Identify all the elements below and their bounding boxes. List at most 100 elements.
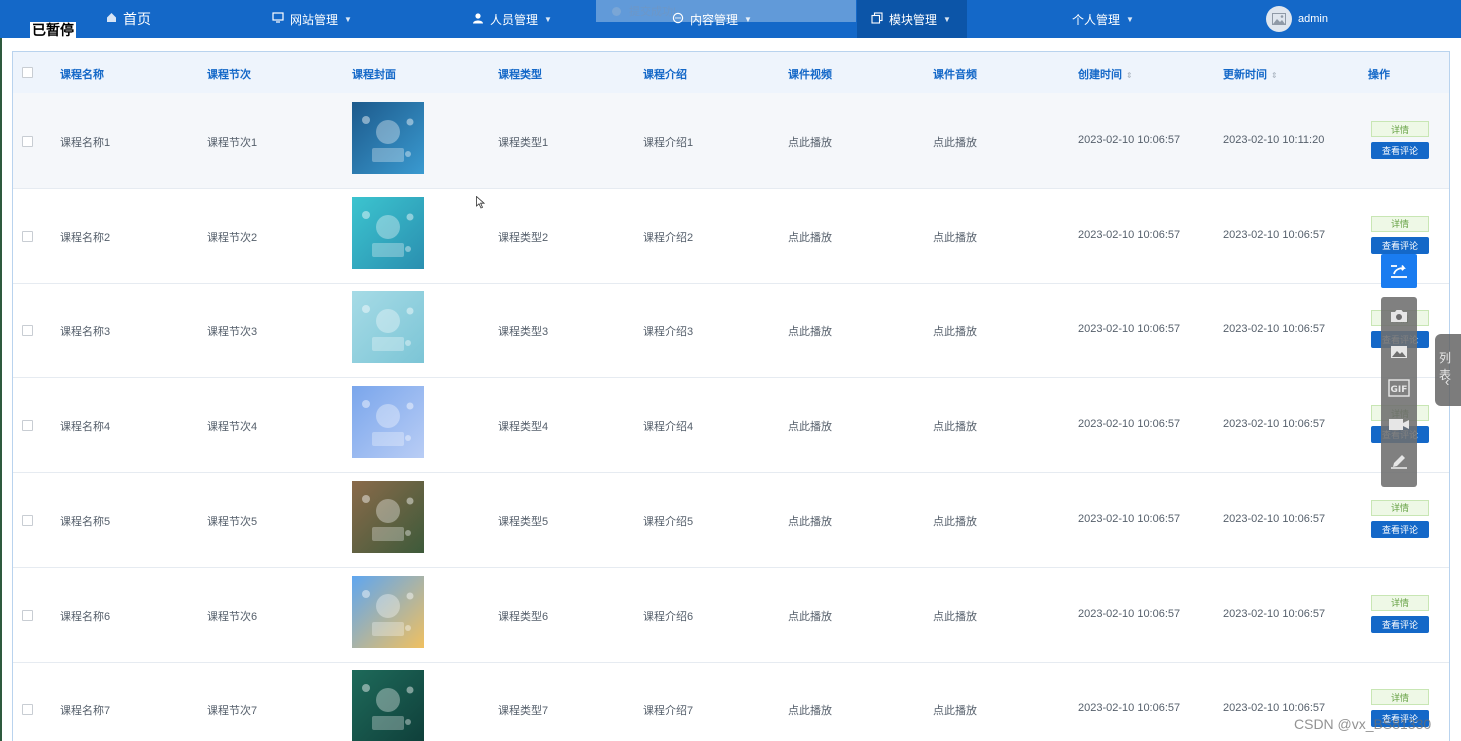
nav-content-management[interactable]: 内容管理 ▼ <box>672 0 752 38</box>
nav-website-management[interactable]: 网站管理 ▼ <box>272 0 352 38</box>
col-header-audio: 课件音频 <box>933 69 977 81</box>
row-checkbox[interactable] <box>22 609 33 621</box>
cell-audio[interactable]: 点此播放 <box>933 229 977 245</box>
nav-staff-label: 人员管理 <box>490 12 539 27</box>
col-header-updated[interactable]: 更新时间 ⇕ <box>1223 66 1278 82</box>
image-icon[interactable] <box>1381 334 1417 370</box>
paused-label: 已暂停 <box>30 22 76 38</box>
cell-session: 课程节次6 <box>207 610 258 623</box>
detail-button[interactable]: 详情 <box>1371 121 1429 137</box>
mouse-cursor-icon <box>476 195 486 212</box>
cell-audio[interactable]: 点此播放 <box>933 608 977 624</box>
sort-icon[interactable]: ⇕ <box>1271 71 1278 80</box>
toast-message: 提交成功! <box>629 6 677 18</box>
nav-module-label: 模块管理 <box>889 12 938 27</box>
share-button[interactable] <box>1381 254 1417 288</box>
chevron-left-icon: ‹ <box>1445 374 1450 389</box>
row-checkbox[interactable] <box>22 136 33 147</box>
nav-content-label: 内容管理 <box>690 12 739 27</box>
cell-name: 课程名称5 <box>60 515 111 528</box>
cell-video[interactable]: 点此播放 <box>788 418 832 434</box>
cell-type: 课程类型4 <box>498 421 549 434</box>
user-menu[interactable]: admin <box>1266 6 1328 32</box>
pen-icon[interactable] <box>1381 442 1417 478</box>
check-circle-icon <box>612 6 621 16</box>
username: admin <box>1298 13 1328 25</box>
cell-intro: 课程介绍7 <box>643 705 694 718</box>
watermark: CSDN @vx_BS81330 <box>1294 716 1432 732</box>
nav-staff-management[interactable]: 人员管理 ▼ <box>472 0 552 38</box>
cell-session: 课程节次7 <box>207 705 258 718</box>
cell-created: 2023-02-10 10:06:57 <box>1078 228 1181 241</box>
cell-type: 课程类型7 <box>498 705 549 718</box>
cell-video[interactable]: 点此播放 <box>788 229 832 245</box>
nav-module-management[interactable]: 模块管理 ▼ <box>857 0 967 38</box>
cell-name: 课程名称4 <box>60 421 111 434</box>
cell-type: 课程类型3 <box>498 326 549 339</box>
col-header-actions: 操作 <box>1368 69 1390 81</box>
cell-audio[interactable]: 点此播放 <box>933 323 977 339</box>
row-checkbox[interactable] <box>22 514 33 526</box>
cell-intro: 课程介绍5 <box>643 515 694 528</box>
detail-button[interactable]: 详情 <box>1371 499 1429 516</box>
course-cover-image <box>352 670 424 741</box>
col-header-intro: 课程介绍 <box>643 69 687 81</box>
cell-audio[interactable]: 点此播放 <box>933 134 977 150</box>
row-checkbox[interactable] <box>22 230 33 242</box>
copy-icon <box>871 11 883 27</box>
gif-icon[interactable]: GIF <box>1381 370 1417 406</box>
home-icon <box>106 12 117 26</box>
cell-video[interactable]: 点此播放 <box>788 323 832 339</box>
row-checkbox[interactable] <box>22 420 33 432</box>
cell-created: 2023-02-10 10:06:57 <box>1078 512 1181 525</box>
nav-home-label: 首页 <box>123 11 151 27</box>
cell-video[interactable]: 点此播放 <box>788 702 832 718</box>
chevron-down-icon: ▼ <box>344 14 352 24</box>
monitor-icon <box>272 12 284 26</box>
cell-video[interactable]: 点此播放 <box>788 608 832 624</box>
cell-audio[interactable]: 点此播放 <box>933 513 977 529</box>
col-header-video: 课件视频 <box>788 69 832 81</box>
chevron-down-icon: ▼ <box>943 14 951 24</box>
course-cover-image <box>352 575 424 648</box>
col-header-type: 课程类型 <box>498 69 542 81</box>
detail-button[interactable]: 详情 <box>1371 215 1429 232</box>
cell-name: 课程名称3 <box>60 326 111 339</box>
cell-intro: 课程介绍6 <box>643 610 694 623</box>
cell-created: 2023-02-10 10:06:57 <box>1078 418 1181 431</box>
view-reviews-button[interactable]: 查看评论 <box>1371 142 1429 159</box>
cell-name: 课程名称2 <box>60 231 111 244</box>
cell-intro: 课程介绍4 <box>643 421 694 434</box>
col-header-created[interactable]: 创建时间 ⇕ <box>1078 66 1133 82</box>
detail-button[interactable]: 详情 <box>1371 689 1429 706</box>
detail-button[interactable]: 详情 <box>1371 594 1429 611</box>
view-reviews-button[interactable]: 查看评论 <box>1371 520 1429 538</box>
sort-icon[interactable]: ⇕ <box>1126 71 1133 80</box>
course-cover-image <box>352 196 424 269</box>
cell-video[interactable]: 点此播放 <box>788 134 832 150</box>
view-reviews-button[interactable]: 查看评论 <box>1371 615 1429 633</box>
nav-personal-label: 个人管理 <box>1072 12 1121 27</box>
table-row: 课程名称3 课程节次3 课程类型3 课程介绍3 点此播放 点此播放 2023-02-10 1… <box>13 282 1449 379</box>
select-all-checkbox[interactable] <box>22 67 33 78</box>
cell-updated: 2023-02-10 10:11:20 <box>1223 134 1325 146</box>
cell-audio[interactable]: 点此播放 <box>933 702 977 718</box>
course-cover-image <box>352 102 424 174</box>
nav-personal-management[interactable]: 个人管理 ▼ <box>1072 0 1134 38</box>
nav-home[interactable]: 首页 <box>106 0 151 38</box>
chevron-down-icon: ▼ <box>1126 14 1134 24</box>
cell-session: 课程节次2 <box>207 231 258 244</box>
capture-toolbar: GIF <box>1381 297 1417 487</box>
view-reviews-button[interactable]: 查看评论 <box>1371 236 1429 254</box>
side-tab-label: 列表 <box>1439 351 1452 382</box>
camera-icon[interactable] <box>1381 298 1417 334</box>
row-checkbox[interactable] <box>22 704 33 716</box>
col-header-session: 课程节次 <box>207 69 251 81</box>
list-side-tab[interactable]: 列表 ‹ <box>1435 334 1461 406</box>
video-record-icon[interactable] <box>1381 406 1417 442</box>
cell-audio[interactable]: 点此播放 <box>933 418 977 434</box>
cell-session: 课程节次3 <box>207 326 258 339</box>
cell-video[interactable]: 点此播放 <box>788 513 832 529</box>
row-checkbox[interactable] <box>22 325 33 337</box>
table-row: 课程名称1 课程节次1 课程类型1 课程介绍1 点此播放 点此播放 2023-02-10 1… <box>13 93 1449 189</box>
